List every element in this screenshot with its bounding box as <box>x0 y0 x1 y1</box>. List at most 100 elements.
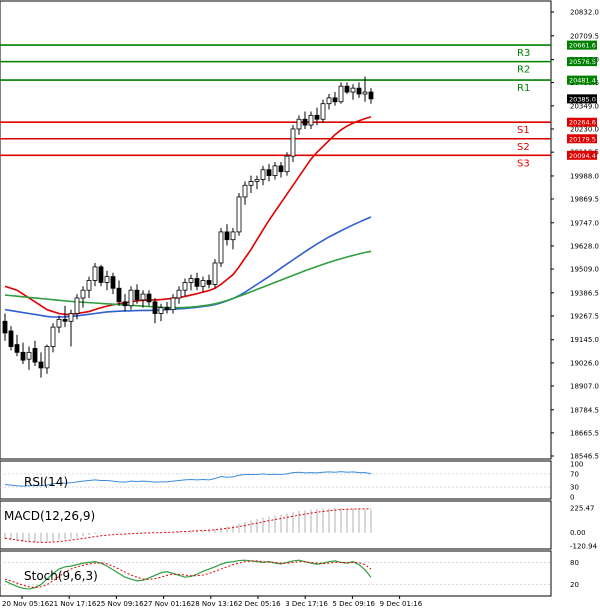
candle-body <box>20 351 26 361</box>
price-tick-label: 18907.0 <box>570 382 599 390</box>
price-tick-label: 19386.5 <box>570 289 599 297</box>
price-tick-label: 18665.5 <box>570 429 599 437</box>
candle <box>218 228 224 267</box>
candle-body <box>338 85 344 103</box>
price-tick-label: 19628.0 <box>570 242 599 250</box>
rsi-panel-frame <box>0 460 552 500</box>
time-tick-label: 21 Nov 17:16 <box>49 600 97 608</box>
candle-body <box>320 103 326 120</box>
candle-body <box>116 287 122 303</box>
candle-body <box>164 307 170 311</box>
pivot-price-tag-text: 20661.6 <box>569 42 596 50</box>
macd-tick-label: 0.00 <box>570 529 586 537</box>
price-tick-label: 19869.5 <box>570 195 599 203</box>
candle-body <box>290 128 296 157</box>
candle-body <box>200 280 206 287</box>
candle-body <box>242 184 248 198</box>
candle-body <box>194 278 200 287</box>
candle-body <box>302 118 308 126</box>
price-tick-label: 20832.0 <box>570 9 599 17</box>
price-tick-label: 19145.0 <box>570 336 599 344</box>
candle-body <box>128 289 134 307</box>
candle <box>284 152 290 176</box>
candle <box>290 125 296 162</box>
candle-body <box>248 181 254 186</box>
candle-body <box>332 97 338 103</box>
price-tick-label: 18546.5 <box>570 453 599 461</box>
candle <box>212 259 218 289</box>
stoch-tick-label: 20 <box>570 581 579 589</box>
candle-body <box>344 85 350 93</box>
price-tick-label: 20709.5 <box>570 32 599 40</box>
time-tick-label: 27 Nov 01:16 <box>144 600 192 608</box>
candle-body <box>68 313 74 322</box>
candle-body <box>140 293 146 301</box>
candle <box>128 286 134 310</box>
price-tick-label: 19026.0 <box>570 359 599 367</box>
rsi-tick-label: 100 <box>570 461 583 469</box>
candle-body <box>62 318 68 322</box>
pivot-price-tag-text: 20179.5 <box>569 135 596 143</box>
candle-body <box>122 301 128 307</box>
pivot-label-r1: R1 <box>517 83 530 94</box>
candle-body <box>26 351 32 360</box>
candle-body <box>230 231 236 241</box>
candle-body <box>308 114 314 126</box>
candle-body <box>272 165 278 176</box>
pivot-label-s3: S3 <box>517 158 530 169</box>
time-tick-label: 5 Dec 09:16 <box>332 600 375 608</box>
candle-body <box>182 282 188 291</box>
pivot-label-s2: S2 <box>517 142 530 153</box>
macd-label: MACD(12,26,9) <box>4 509 95 523</box>
candle-body <box>14 344 20 353</box>
candle-body <box>236 196 242 233</box>
stoch-label: Stoch(9,6,3) <box>24 569 98 583</box>
candle-body <box>356 87 362 95</box>
candle-body <box>56 318 62 328</box>
price-tick-label: 19267.5 <box>570 312 599 320</box>
price-panel-frame <box>0 0 552 460</box>
candle-body <box>314 114 320 120</box>
trading-chart: 20832.020709.520587.020468.620349.020230… <box>0 0 599 608</box>
candle-body <box>206 280 212 285</box>
rsi-label: RSI(14) <box>24 475 68 489</box>
candle <box>236 193 242 236</box>
price-tick-label: 19747.0 <box>570 219 599 227</box>
candle-body <box>284 155 290 173</box>
time-tick-label: 25 Nov 09:16 <box>96 600 144 608</box>
candle-body <box>296 118 302 130</box>
pivot-label-s1: S1 <box>517 125 530 136</box>
time-tick-label: 2 Dec 05:16 <box>238 600 281 608</box>
candle-body <box>362 91 368 95</box>
candle-body <box>92 266 98 281</box>
candle-body <box>260 169 266 180</box>
candle-body <box>350 87 356 93</box>
candle-body <box>80 289 86 299</box>
rsi-tick-label: 30 <box>570 484 579 492</box>
candle-body <box>44 346 50 369</box>
time-tick-label: 3 Dec 17:16 <box>285 600 328 608</box>
price-tick-label: 20349.0 <box>570 102 599 110</box>
candle-body <box>326 97 332 105</box>
rsi-tick-label: 0 <box>570 494 574 502</box>
candle-body <box>8 330 14 347</box>
candle-body <box>146 293 152 303</box>
time-axis: 20 Nov 05:16 21 Nov 17:16 25 Nov 09:16 27 N… <box>2 596 423 608</box>
candle-body <box>254 179 260 182</box>
candle-body <box>212 262 218 285</box>
time-tick-label: 28 Nov 13:16 <box>191 600 239 608</box>
candle-body <box>176 289 182 299</box>
price-tick-label: 19509.0 <box>570 266 599 274</box>
candle-body <box>224 231 230 241</box>
candle-body <box>158 307 164 314</box>
pivot-price-tag-text: 20481.4 <box>569 77 596 85</box>
candle-body <box>2 320 8 334</box>
candle-body <box>86 280 92 291</box>
macd-tick-label: -120.94 <box>570 543 598 551</box>
rsi-tick-label: 70 <box>570 470 579 478</box>
pivot-price-tag-text: 20576.5 <box>569 58 596 66</box>
candle-body <box>98 266 104 283</box>
pivot-price-tag-text: 20094.4 <box>569 152 596 160</box>
current-price-tag-text: 20385.0 <box>569 95 596 103</box>
pivot-label-r3: R3 <box>517 48 530 59</box>
